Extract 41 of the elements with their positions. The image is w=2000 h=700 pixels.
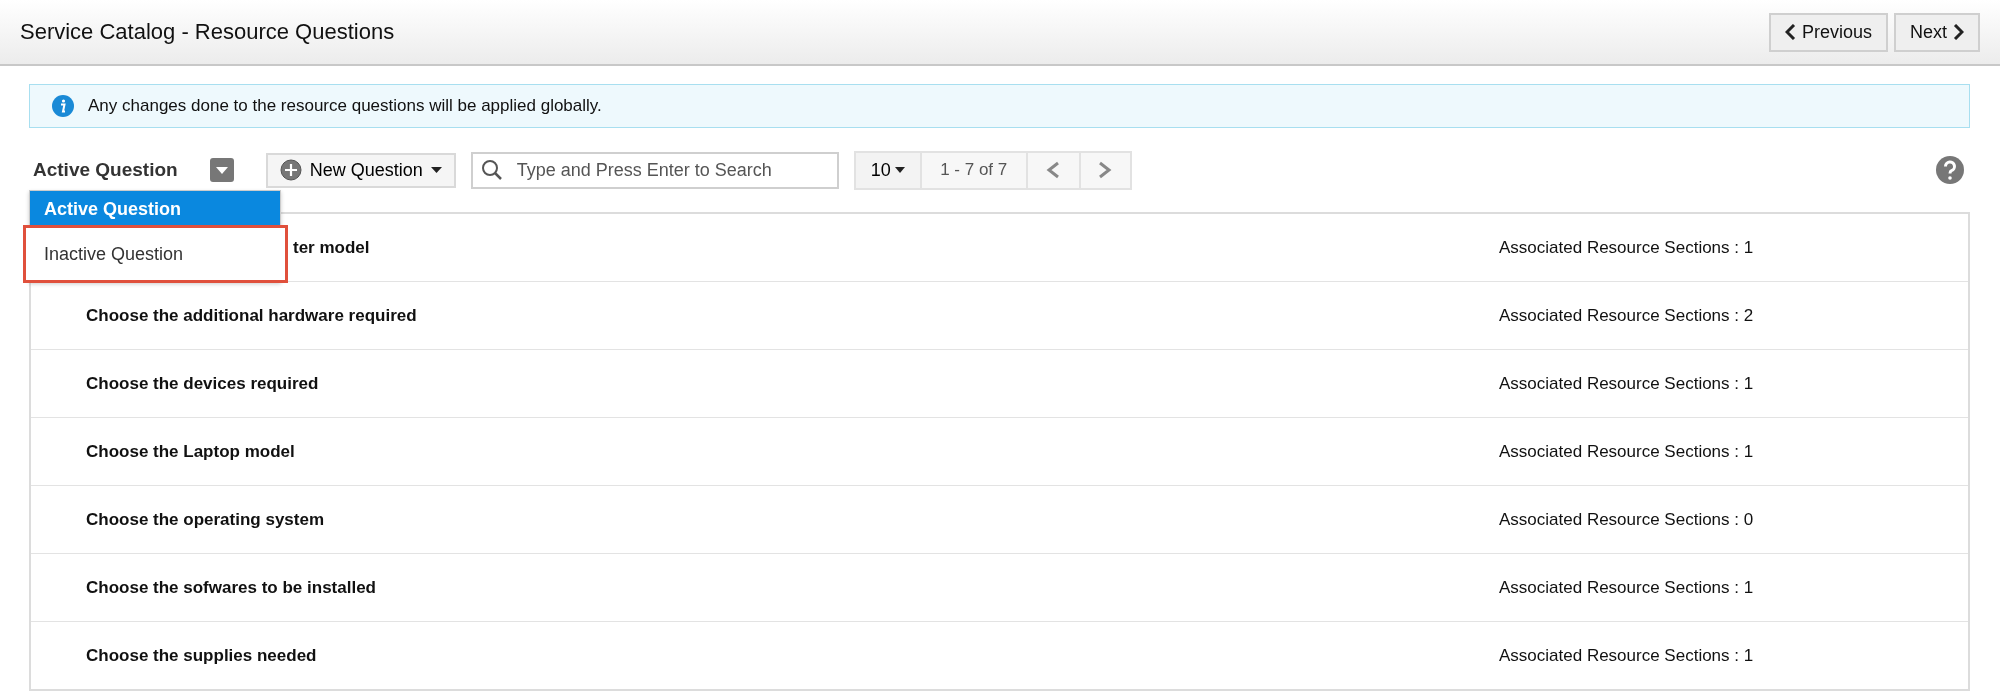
page-size-select[interactable]: 10 bbox=[855, 152, 922, 188]
filter-dropdown-button[interactable] bbox=[209, 158, 234, 182]
question-row[interactable]: Choose the devices required Associated Resource Sections : 1 bbox=[31, 349, 1968, 417]
question-text: Choose the Laptop model bbox=[86, 441, 295, 462]
chevron-left-icon bbox=[1784, 24, 1796, 40]
caret-icon bbox=[894, 167, 905, 173]
sections-count: Associated Resource Sections : 1 bbox=[1499, 237, 1754, 258]
sections-count: Associated Resource Sections : 1 bbox=[1499, 441, 1754, 462]
sections-count: Associated Resource Sections : 1 bbox=[1499, 645, 1754, 666]
question-text: Choose the operating system bbox=[86, 509, 325, 530]
filter-menu-item[interactable]: Inactive Question bbox=[25, 227, 286, 281]
sections-count: Associated Resource Sections : 0 bbox=[1499, 509, 1754, 530]
question-row[interactable]: Choose the sofwares to be installed Associated Resource Sections : 1 bbox=[31, 553, 1968, 621]
sections-count: Associated Resource Sections : 2 bbox=[1499, 305, 1754, 326]
sections-count: Associated Resource Sections : 1 bbox=[1499, 373, 1754, 394]
page-title: Service Catalog - Resource Questions bbox=[20, 19, 395, 45]
chevron-right-icon bbox=[1098, 161, 1113, 179]
help-icon[interactable] bbox=[1936, 156, 1964, 184]
caret-icon bbox=[430, 167, 442, 173]
chevron-right-icon bbox=[1953, 24, 1964, 40]
next-button[interactable]: Next bbox=[1894, 12, 1980, 52]
new-question-button[interactable]: New Question bbox=[265, 152, 456, 188]
info-text: Any changes done to the resource questions will be applied globally. bbox=[88, 96, 602, 116]
previous-button[interactable]: Previous bbox=[1768, 12, 1888, 52]
search-field[interactable]: Type and Press Enter to Search bbox=[470, 151, 839, 189]
question-text: ter model bbox=[293, 237, 370, 258]
question-row[interactable]: Choose the supplies needed Associated Resource Sections : 1 bbox=[31, 621, 1968, 689]
question-text: Choose the devices required bbox=[86, 373, 319, 394]
filter-menu-item[interactable]: Active Question bbox=[30, 191, 280, 227]
question-row[interactable]: Choose the operating system Associated Resource Sections : 0 bbox=[31, 485, 1968, 553]
sections-count: Associated Resource Sections : 1 bbox=[1499, 577, 1754, 598]
chevron-left-icon bbox=[1046, 161, 1061, 179]
caret-icon bbox=[215, 166, 228, 174]
question-text: Choose the additional hardware required bbox=[86, 305, 417, 326]
filter-label: Active Question bbox=[33, 159, 178, 181]
plus-circle-icon bbox=[279, 159, 302, 181]
info-icon bbox=[52, 95, 74, 117]
question-text: Choose the sofwares to be installed bbox=[86, 577, 376, 598]
search-icon bbox=[480, 159, 503, 181]
question-text: Choose the supplies needed bbox=[86, 645, 317, 666]
question-row[interactable]: Choose the Laptop model Associated Resource Sections : 1 bbox=[31, 417, 1968, 485]
